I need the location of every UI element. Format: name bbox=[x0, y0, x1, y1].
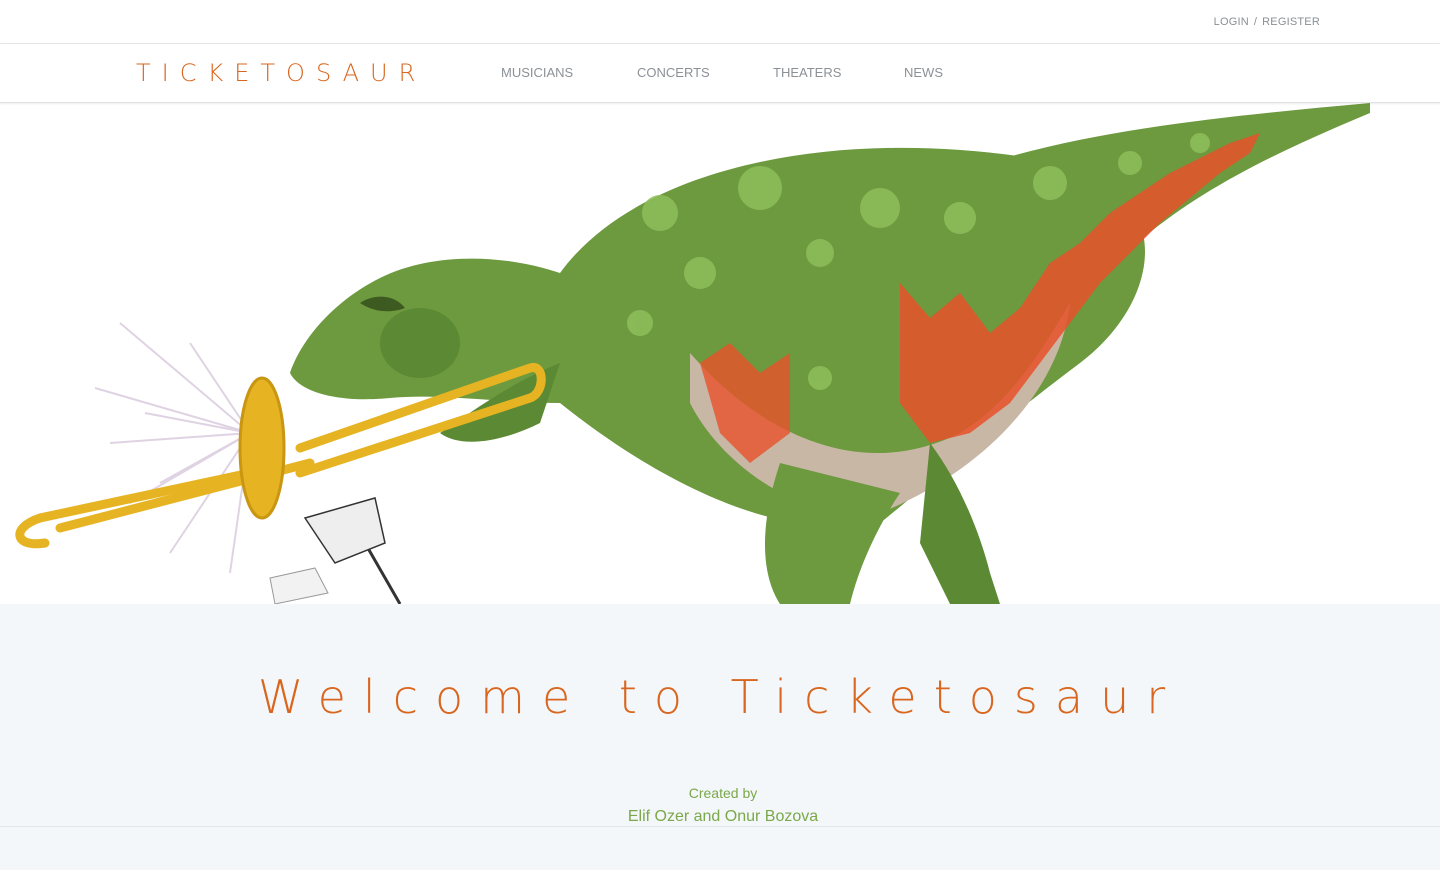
top-bar: LOGIN / REGISTER bbox=[0, 0, 1440, 44]
trombone-bell bbox=[238, 376, 286, 520]
auth-links: LOGIN / REGISTER bbox=[1214, 16, 1320, 28]
hero-banner bbox=[0, 103, 1440, 604]
register-link[interactable]: REGISTER bbox=[1262, 16, 1320, 28]
nav-item-news[interactable]: NEWS bbox=[904, 65, 943, 80]
dino-cheek bbox=[380, 308, 460, 378]
auth-separator: / bbox=[1253, 16, 1258, 28]
welcome-title: Welcome to Ticketosaur bbox=[257, 670, 1183, 724]
sheet-music bbox=[269, 567, 329, 604]
nav-item-theaters[interactable]: THEATERS bbox=[773, 65, 841, 80]
credit-label: Created by bbox=[688, 785, 758, 801]
brand-logo[interactable]: TICKETOSAUR bbox=[136, 59, 426, 87]
sound-burst bbox=[94, 322, 251, 574]
footer-divider bbox=[0, 826, 1440, 827]
nav-item-musicians[interactable]: MUSICIANS bbox=[501, 65, 573, 80]
login-link[interactable]: LOGIN bbox=[1214, 16, 1249, 28]
main-navbar: TICKETOSAUR MUSICIANS CONCERTS THEATERS … bbox=[0, 44, 1440, 103]
credit-names: Elif Ozer and Onur Bozova bbox=[627, 808, 819, 825]
dinosaur-trombone-illustration bbox=[15, 103, 1370, 604]
nav-item-concerts[interactable]: CONCERTS bbox=[637, 65, 710, 80]
